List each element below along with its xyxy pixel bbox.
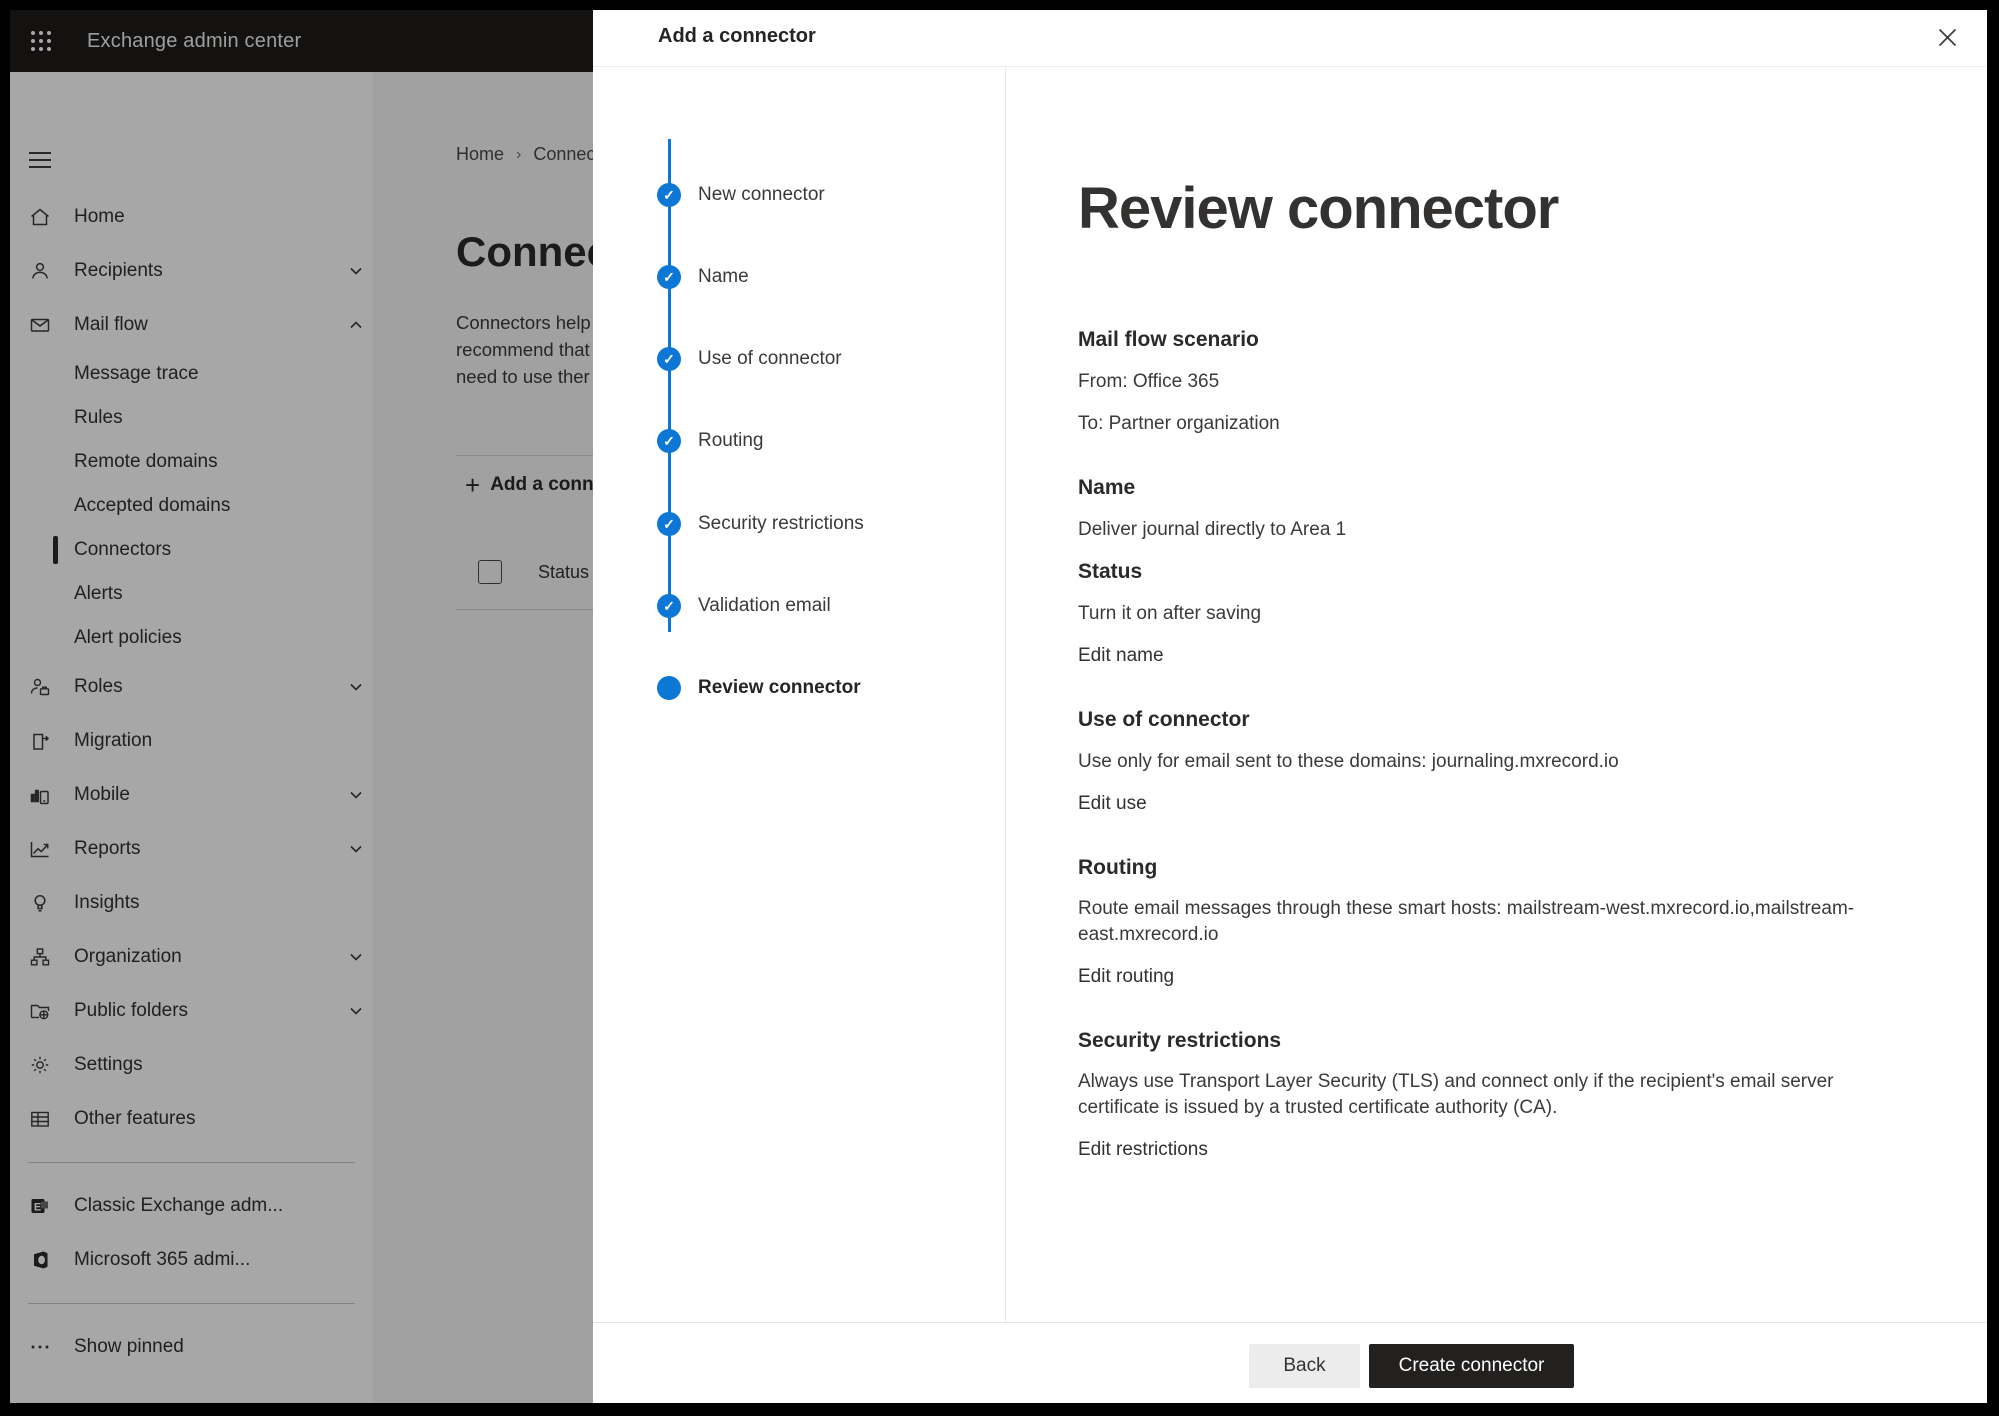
step-completed-check-icon: ✓ [657,429,681,453]
section-text-line: certificate is issued by a trusted certi… [1078,1095,1888,1121]
create-connector-button[interactable]: Create connector [1369,1344,1574,1388]
step-completed-check-icon: ✓ [657,183,681,207]
section-heading: Routing [1078,854,1888,882]
step-label: Security restrictions [698,513,864,535]
dialog-title: Add a connector [658,25,816,48]
section-text-line: Route email messages through these smart… [1078,896,1888,922]
dialog-header: Add a connector [593,10,1987,67]
review-pane: Review connector Mail flow scenario From:… [1078,178,1888,1200]
back-button[interactable]: Back [1249,1344,1360,1388]
step-completed-check-icon: ✓ [657,594,681,618]
step-label: Validation email [698,595,831,617]
edit-restrictions-link[interactable]: Edit restrictions [1078,1136,1208,1164]
step-label: Name [698,266,749,288]
review-section-use-of-connector: Use of connector Use only for email sent … [1078,706,1888,818]
edit-routing-link[interactable]: Edit routing [1078,963,1174,991]
review-section-name-status: Name Deliver journal directly to Area 1 St… [1078,474,1888,670]
wizard-stepper: ✓ New connector ✓ Name ✓ Use of connector ✓ Rou… [593,66,1006,1323]
section-text: Use only for email sent to these domains… [1078,748,1888,776]
dialog-footer: Back Create connector [593,1322,1987,1403]
close-icon[interactable] [1935,25,1959,49]
step-label: Use of connector [698,348,842,370]
step-routing[interactable]: ✓ Routing [593,429,1005,453]
section-heading: Mail flow scenario [1078,326,1888,354]
section-text: Turn it on after saving [1078,600,1888,628]
add-connector-dialog: Add a connector ✓ New connector ✓ Name ✓ Use … [593,10,1987,1403]
step-completed-check-icon: ✓ [657,265,681,289]
review-sections: Mail flow scenario From: Office 365 To: Pa… [1078,326,1888,1164]
step-name[interactable]: ✓ Name [593,265,1005,289]
review-heading: Review connector [1078,178,1888,240]
step-completed-check-icon: ✓ [657,512,681,536]
section-text: Always use Transport Layer Security (TLS… [1078,1069,1888,1121]
edit-name-link[interactable]: Edit name [1078,642,1164,670]
stepper-connector-line [668,139,671,632]
section-heading: Name [1078,474,1888,502]
section-text: Deliver journal directly to Area 1 [1078,516,1888,544]
review-section-security-restrictions: Security restrictions Always use Transpor… [1078,1027,1888,1164]
section-heading: Status [1078,558,1888,586]
section-heading: Security restrictions [1078,1027,1888,1055]
section-heading: Use of connector [1078,706,1888,734]
section-text: To: Partner organization [1078,410,1888,438]
step-completed-check-icon: ✓ [657,347,681,371]
step-validation-email[interactable]: ✓ Validation email [593,594,1005,618]
step-security-restrictions[interactable]: ✓ Security restrictions [593,512,1005,536]
review-section-routing: Routing Route email messages through thes… [1078,854,1888,991]
section-text-line: Always use Transport Layer Security (TLS… [1078,1069,1888,1095]
step-active-dot-icon [657,676,681,700]
step-label: Routing [698,430,764,452]
step-label: New connector [698,184,825,206]
section-text: Route email messages through these smart… [1078,896,1888,948]
section-text: From: Office 365 [1078,368,1888,396]
review-section-mail-flow-scenario: Mail flow scenario From: Office 365 To: Pa… [1078,326,1888,438]
step-new-connector[interactable]: ✓ New connector [593,183,1005,207]
step-label: Review connector [698,677,861,699]
step-use-of-connector[interactable]: ✓ Use of connector [593,347,1005,371]
section-text-line: east.mxrecord.io [1078,922,1888,948]
step-review-connector[interactable]: Review connector [593,676,1005,700]
screen: Exchange admin center HomeRecipientsMail… [10,10,1987,1403]
edit-use-link[interactable]: Edit use [1078,790,1147,818]
